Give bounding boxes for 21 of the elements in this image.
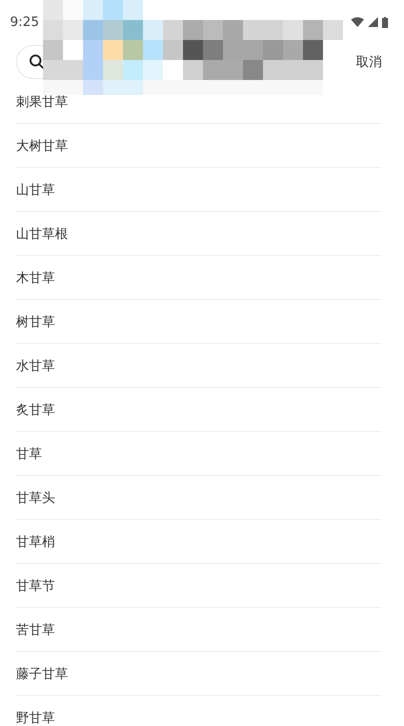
result-item[interactable]: 水甘草: [16, 356, 55, 374]
result-item[interactable]: 炙甘草: [16, 400, 55, 418]
result-item[interactable]: 甘草节: [16, 576, 55, 594]
battery-icon: [382, 16, 388, 28]
result-item[interactable]: 木甘草: [16, 268, 55, 286]
result-item[interactable]: 藤子甘草: [16, 664, 68, 682]
result-item[interactable]: 苦甘草: [16, 620, 55, 638]
result-item[interactable]: 甘草头: [16, 488, 55, 506]
result-item[interactable]: 大树甘草: [16, 136, 68, 154]
status-time: 9:25: [10, 14, 40, 30]
result-item[interactable]: 甘草: [16, 444, 42, 462]
result-item[interactable]: 刺果甘草: [16, 92, 68, 110]
result-item[interactable]: 山甘草: [16, 180, 55, 198]
result-item[interactable]: 野甘草: [16, 708, 55, 726]
cancel-button[interactable]: 取消: [356, 53, 382, 71]
signal-icon: [368, 17, 378, 27]
result-item[interactable]: 树甘草: [16, 312, 55, 330]
result-item[interactable]: 甘草梢: [16, 532, 55, 550]
wifi-icon: [351, 17, 364, 27]
result-item[interactable]: 山甘草根: [16, 224, 68, 242]
search-icon: [29, 54, 45, 70]
